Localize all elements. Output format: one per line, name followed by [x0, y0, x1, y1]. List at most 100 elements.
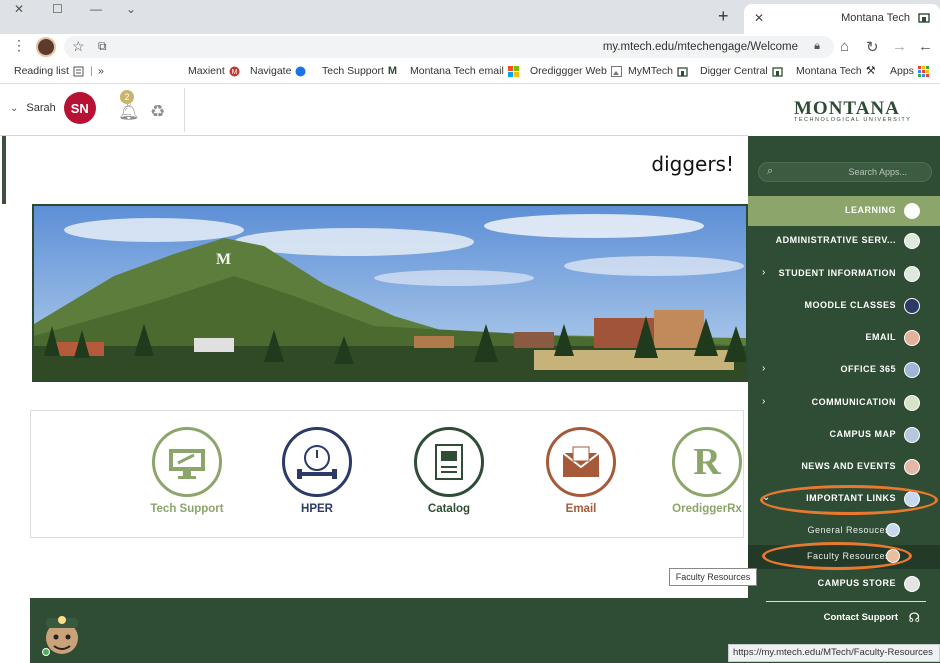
bookmark-star-icon[interactable]: ☆ — [72, 38, 85, 55]
sidebar-item-email[interactable]: EMAIL — [748, 323, 940, 353]
stopwatch-glyph — [297, 445, 337, 479]
building-icon — [677, 66, 688, 77]
app-label: Tech Support — [150, 503, 224, 515]
sidebar-item-label: ADMINISTRATIVE SERV... — [775, 235, 896, 245]
online-status-dot — [42, 648, 50, 656]
address-bar: ⋮ ☆ ⧉ my.mtech.edu/mtechengage/Welcome 🔒… — [0, 34, 940, 60]
bookmark-digger-central[interactable]: Digger Central — [700, 65, 783, 77]
app-label: HPER — [301, 503, 333, 515]
microsoft-icon — [507, 65, 519, 77]
browser-menu-icon[interactable]: ⋮ — [12, 37, 26, 54]
sidebar-search-input[interactable]: ⌕ Search Apps... — [758, 162, 932, 182]
user-menu[interactable]: ⌄ Sarah SN — [10, 92, 96, 124]
news-icon — [904, 459, 920, 475]
forward-icon[interactable]: → — [892, 38, 907, 55]
bookmark-label: Montana Tech — [796, 65, 862, 77]
student-info-icon — [904, 266, 920, 282]
svg-text:M: M — [216, 251, 231, 268]
bookmark-maxient[interactable]: Maxient M — [188, 65, 240, 77]
bookmark-montana-tech[interactable]: Montana Tech ⚒ — [796, 65, 877, 77]
profile-avatar[interactable] — [36, 37, 56, 57]
envelope-glyph — [562, 446, 600, 477]
app-tile-hper[interactable]: HPER — [267, 427, 367, 515]
chevron-right-icon: › — [762, 363, 766, 374]
sidebar-item-communication[interactable]: › COMMUNICATION — [748, 388, 940, 418]
close-window-icon[interactable]: ✕ — [14, 2, 24, 16]
app-tile-tech-support[interactable]: Tech Support — [137, 427, 237, 515]
browser-tab[interactable]: ✕ Montana Tech — [744, 4, 940, 34]
maximize-window-icon[interactable]: ☐ — [52, 2, 63, 16]
logo-subtitle: TECHNOLOGICAL UNIVERSITY — [794, 117, 912, 123]
monitor-tools-icon — [152, 427, 222, 497]
app-tile-orediggerrx[interactable]: R OrediggerRx — [657, 427, 757, 515]
avatar: SN — [63, 92, 96, 124]
user-name: Sarah — [26, 102, 56, 114]
apps-grid-icon — [917, 65, 929, 77]
page-header: ⌄ Sarah SN 🔔︎ 2 ♻ — [0, 84, 748, 136]
app-tile-catalog[interactable]: Catalog — [399, 427, 499, 515]
tab-search-icon[interactable]: ⌄ — [126, 2, 136, 16]
share-icon[interactable]: ⧉ — [98, 39, 107, 54]
bookmark-label: Navigate — [250, 65, 292, 77]
url-text[interactable]: my.mtech.edu/mtechengage/Welcome — [603, 41, 798, 53]
url-omnibox[interactable]: ☆ ⧉ my.mtech.edu/mtechengage/Welcome 🔒︎ — [64, 36, 834, 58]
bookmark-montana-tech-email[interactable]: Montana Tech email — [410, 65, 519, 77]
sidebar-item-label: MOODLE CLASSES — [804, 300, 896, 310]
minimize-window-icon[interactable]: — — [90, 2, 102, 16]
sidebar-item-campus-map[interactable]: CAMPUS MAP — [748, 420, 940, 450]
sidebar-item-office-365[interactable]: › OFFICE 365 — [748, 355, 940, 385]
chevron-right-icon: › — [762, 396, 766, 407]
notification-bell-icon[interactable]: 🔔︎ — [118, 102, 140, 122]
document-glyph — [435, 444, 463, 480]
app-tile-email[interactable]: Email — [531, 427, 631, 515]
sidebar-item-administrative-services[interactable]: ADMINISTRATIVE SERV... — [748, 226, 940, 256]
recycle-icon[interactable]: ♻ — [150, 102, 165, 122]
app-label: OrediggerRx — [672, 503, 742, 515]
chevron-down-icon: ⌄ — [10, 102, 19, 114]
lock-icon[interactable]: 🔒︎ — [814, 40, 820, 53]
orediggerrx-icon: R — [672, 427, 742, 497]
sidebar-divider — [766, 601, 926, 602]
home-icon[interactable]: ⌂ — [840, 38, 849, 55]
store-icon — [904, 576, 920, 592]
sidebar-item-campus-store[interactable]: CAMPUS STORE — [748, 569, 940, 599]
app-launcher-card: R OrediggerRx Email Catalog HPER Tech Su… — [30, 410, 744, 538]
reload-icon[interactable]: ↻ — [866, 38, 879, 56]
sidebar-subitem-general-resources[interactable]: General Resouces — [748, 519, 940, 543]
search-placeholder: Search Apps... — [848, 167, 907, 177]
sidebar-item-moodle-classes[interactable]: MOODLE CLASSES — [748, 291, 940, 321]
app-label: Catalog — [427, 503, 471, 515]
sidebar-item-learning[interactable]: LEARNING — [748, 196, 940, 226]
contact-support-link[interactable]: Contact Support — [824, 612, 898, 623]
bookmark-navigate[interactable]: Navigate — [250, 65, 306, 77]
building-icon — [772, 66, 783, 77]
bookmark-mymtech[interactable]: MyMTech — [628, 65, 688, 77]
new-tab-icon[interactable]: + — [718, 6, 729, 27]
bookmarks-overflow-button[interactable]: » — [98, 65, 104, 77]
envelope-icon — [546, 427, 616, 497]
portal-page: ⌄ Sarah SN 🔔︎ 2 ♻ diggers! M R Oredigger… — [0, 84, 940, 663]
sidebar: MONTANA TECHNOLOGICAL UNIVERSITY ⌕ Searc… — [748, 84, 940, 663]
sidebar-item-student-information[interactable]: › STUDENT INFORMATION — [748, 259, 940, 289]
screen: ✕ ☐ — ⌄ + ✕ Montana Tech ⋮ ☆ ⧉ my.mtech.… — [0, 0, 940, 663]
header-divider — [184, 88, 185, 132]
envelope-icon — [904, 330, 920, 346]
tab-close-icon[interactable]: ✕ — [754, 11, 764, 25]
bookmark-apps[interactable]: Apps — [890, 65, 929, 77]
montana-tech-favicon-icon — [918, 13, 930, 23]
bookmark-label: Tech Support — [322, 65, 384, 77]
sidebar-item-news-and-events[interactable]: NEWS AND EVENTS — [748, 452, 940, 482]
communication-icon — [904, 395, 920, 411]
bookmark-label: Orediggger Web — [530, 65, 607, 77]
back-icon[interactable]: ← — [918, 38, 933, 55]
admin-icon — [904, 233, 920, 249]
bookmark-label: Reading list — [14, 65, 69, 77]
montana-tech-logo[interactable]: MONTANA TECHNOLOGICAL UNIVERSITY — [748, 84, 940, 136]
footer-band — [30, 598, 748, 663]
bookmark-orediggger-web[interactable]: Orediggger Web — [530, 65, 622, 77]
bookmark-tech-support[interactable]: Tech Support M — [322, 65, 399, 77]
tab-title: Montana Tech — [841, 12, 910, 24]
catalog-icon — [414, 427, 484, 497]
bookmark-reading-list[interactable]: Reading list — [14, 65, 84, 77]
m-logo-icon: M — [387, 64, 398, 77]
